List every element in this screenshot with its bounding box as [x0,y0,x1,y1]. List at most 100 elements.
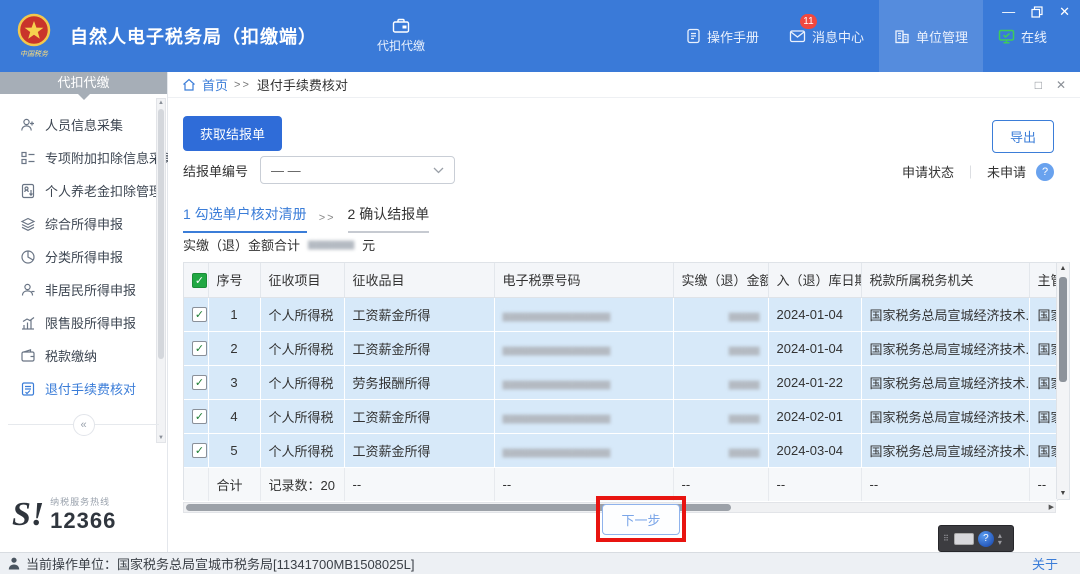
cell-authority: 国家税务总局宣城经济技术... [861,433,1030,468]
row-checkbox[interactable]: ✓ [192,375,207,390]
export-button[interactable]: 导出 [991,120,1054,153]
module-tab-label: 代扣代缴 [377,39,426,53]
restore-button[interactable] [1031,6,1043,18]
cell-no: 1 [208,297,261,332]
manual-label: 操作手册 [706,29,759,45]
close-button[interactable]: ✕ [1059,4,1070,20]
sidebar: 代扣代缴 人员信息采集 专项附加扣除信息采集 个人养老金扣除管理 综合所得申报 … [0,72,175,552]
checklist-icon [20,150,36,166]
cell-authority: 国家税务总局宣城经济技术... [861,399,1030,434]
ime-expand-icon[interactable]: ▴ ▾ [998,531,1002,546]
cell-supervisor: 国家 [1029,297,1058,332]
unit-management-link[interactable]: 单位管理 [878,0,983,72]
col-header-category: 征收品目 [344,263,495,298]
cell-tax: 个人所得税 [260,297,345,332]
sidebar-item-classified-income[interactable]: 分类所得申报 [0,240,155,273]
scroll-up-icon[interactable]: ▲ [1057,265,1069,272]
scrollbar-thumb[interactable] [158,109,164,359]
panel-maximize-icon[interactable]: □ [1035,78,1042,92]
pension-card-icon [20,183,36,199]
ime-toolbar[interactable]: ⠿ ? ▴ ▾ [938,525,1014,552]
status-label: 申请状态 [901,165,954,180]
cell-ticket-redacted: ▆▆▆▆▆▆▆▆▆▆▆▆▆▆ [502,446,611,458]
scrollbar-thumb[interactable] [1059,277,1067,382]
report-no-value: — — [271,162,301,178]
next-step-button[interactable]: 下一步 [602,503,680,535]
panel-close-icon[interactable]: ✕ [1056,78,1066,92]
table-row[interactable]: ✓ 2 个人所得税 工资薪金所得 ▆▆▆▆▆▆▆▆▆▆▆▆▆▆ ▆▆▆▆ 202… [184,331,1058,366]
table-row[interactable]: ✓ 1 个人所得税 工资薪金所得 ▆▆▆▆▆▆▆▆▆▆▆▆▆▆ ▆▆▆▆ 202… [184,297,1058,332]
scroll-right-icon[interactable]: ▶ [1049,503,1054,511]
logo-caption: 中国税务 [20,51,48,58]
ime-drag-handle[interactable]: ⠿ [943,534,950,543]
summary-label: 实缴（退）金额合计 [183,238,301,253]
sidebar-item-pension-deduction[interactable]: 个人养老金扣除管理 [0,174,162,207]
manual-link[interactable]: 操作手册 [671,0,774,72]
keyboard-icon[interactable] [953,532,974,545]
scroll-down-icon[interactable]: ▼ [1057,490,1069,497]
summary-unit: 元 [362,238,376,253]
sidebar-item-comprehensive-income[interactable]: 综合所得申报 [0,207,155,240]
sidebar-item-restricted-shares[interactable]: 限售股所得申报 [0,306,155,339]
scroll-up-icon[interactable]: ▲ [157,100,165,106]
cell-date: 2024-01-04 [768,331,862,366]
row-checkbox[interactable]: ✓ [192,443,207,458]
footer-dash: -- [1029,466,1058,501]
sidebar-scrollbar[interactable]: ▲ ▼ [156,98,166,443]
cell-ticket-redacted: ▆▆▆▆▆▆▆▆▆▆▆▆▆▆ [502,344,611,356]
tab-daikou-daijiao[interactable]: 代扣代缴 [377,18,425,54]
table-vertical-scrollbar[interactable]: ▲ ▼ [1056,263,1069,499]
cell-no: 3 [208,365,261,400]
about-link[interactable]: 关于 [1032,554,1058,573]
message-center-link[interactable]: 11 消息中心 [774,0,879,72]
sidebar-item-tax-payment[interactable]: 税款缴纳 [0,339,155,372]
row-checkbox[interactable]: ✓ [192,307,207,322]
table-row[interactable]: ✓ 5 个人所得税 工资薪金所得 ▆▆▆▆▆▆▆▆▆▆▆▆▆▆ ▆▆▆▆ 202… [184,433,1058,468]
sidebar-item-personnel-info[interactable]: 人员信息采集 [0,108,155,141]
sidebar-header: 代扣代缴 [0,72,167,100]
col-header-no: 序号 [208,263,261,298]
col-header-ticket: 电子税票号码 [494,263,674,298]
table-row[interactable]: ✓ 4 个人所得税 工资薪金所得 ▆▆▆▆▆▆▆▆▆▆▆▆▆▆ ▆▆▆▆ 202… [184,399,1058,434]
step-1-tab[interactable]: 1 勾选单户核对清册 [183,204,307,233]
online-monitor-icon [998,29,1015,44]
cell-supervisor: 国家 [1029,399,1058,434]
breadcrumb: 首页 >> 退付手续费核对 □ ✕ [168,72,1080,98]
emblem-icon [17,13,51,47]
home-icon[interactable] [182,78,196,91]
breadcrumb-separator: >> [234,78,251,91]
select-all-checkbox[interactable]: ✓ [192,272,207,288]
cell-tax: 个人所得税 [260,365,345,400]
table-row[interactable]: ✓ 3 个人所得税 劳务报酬所得 ▆▆▆▆▆▆▆▆▆▆▆▆▆▆ ▆▆▆▆ 202… [184,365,1058,400]
sidebar-item-nonresident-income[interactable]: 非居民所得申报 [0,273,155,306]
step-2-tab[interactable]: 2 确认结报单 [347,204,430,233]
col-header-authority: 税款所属税务机关 [861,263,1030,298]
cell-amount-redacted: ▆▆▆▆ [728,412,760,424]
sidebar-item-refund-fee-check[interactable]: 退付手续费核对 [0,372,155,405]
checklist-table: ✓ 序号 征收项目 征收品目 电子税票号码 实缴（退）金额 入（退）库日期 税款… [184,263,1058,501]
footer-dash: -- [673,466,769,501]
col-header-supervisor: 主管 [1029,263,1058,298]
help-icon[interactable]: ? [1036,162,1054,181]
steps-separator: >> [318,212,336,224]
status-bar: 当前操作单位：国家税务总局宣城市税务局[11341700MB1508025L] … [0,552,1080,574]
wallet-icon [20,348,36,364]
col-header-tax: 征收项目 [260,263,345,298]
ime-logo-icon[interactable]: ? [977,530,994,547]
breadcrumb-home-link[interactable]: 首页 [202,75,228,94]
fetch-report-button[interactable]: 获取结报单 [183,116,283,151]
minimize-button[interactable]: — [1002,4,1015,20]
chevron-down-icon [433,167,444,174]
row-checkbox[interactable]: ✓ [192,409,207,424]
cell-amount-redacted: ▆▆▆▆ [728,446,760,458]
bar-chart-icon [20,315,36,331]
cell-supervisor: 国家 [1029,331,1058,366]
cell-date: 2024-02-01 [768,399,862,434]
unit-management-label: 单位管理 [915,29,968,45]
sidebar-item-special-deduction[interactable]: 专项附加扣除信息采集 [0,141,175,174]
collapse-sidebar-button[interactable]: « [72,414,95,436]
report-no-select[interactable]: — — [260,156,456,184]
row-checkbox[interactable]: ✓ [192,341,207,356]
scroll-down-icon[interactable]: ▼ [157,435,165,441]
filter-row: 结报单编号 — — [183,156,456,184]
